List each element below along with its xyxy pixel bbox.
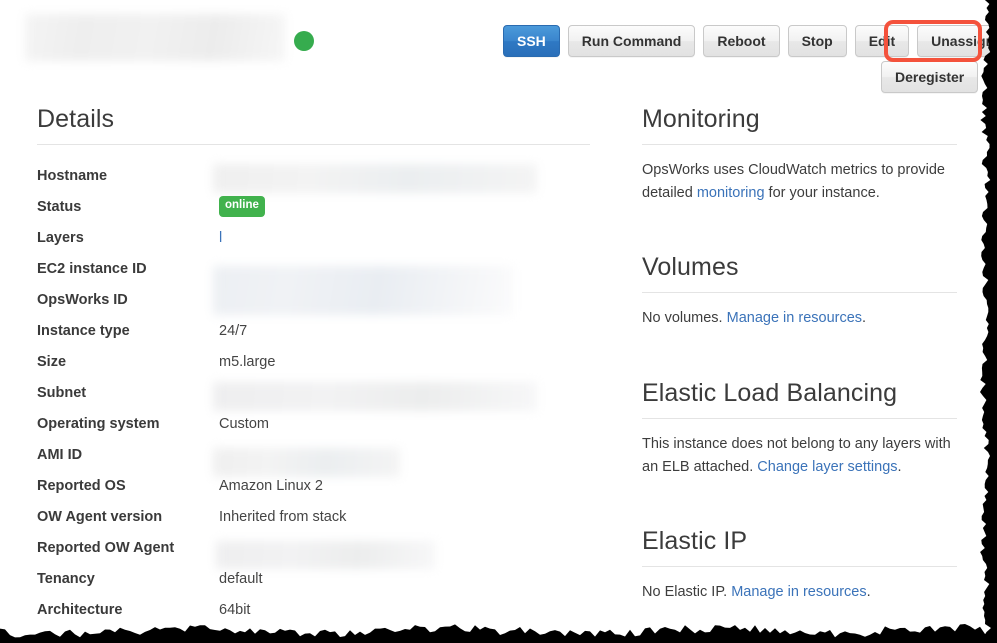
detail-label: Status [37, 198, 82, 215]
elb-panel: Elastic Load Balancing This instance doe… [642, 379, 957, 479]
details-list: Hostname Status online Layers l EC2 inst… [37, 160, 590, 625]
run-command-button[interactable]: Run Command [567, 25, 696, 57]
elb-text-after: . [897, 459, 902, 475]
volumes-text-before: No volumes. [642, 310, 727, 326]
elastic-ip-heading: Elastic IP [642, 527, 748, 555]
monitoring-divider [642, 144, 957, 145]
detail-row-ec2-instance-id: EC2 instance ID [37, 253, 590, 284]
detail-value: 24/7 [219, 322, 248, 339]
detail-value: Amazon Linux 2 [219, 477, 323, 494]
detail-row-reported-os: Reported OS Amazon Linux 2 [37, 470, 590, 501]
elastic-ip-text-before: No Elastic IP. [642, 584, 732, 600]
status-badge: online [219, 196, 265, 217]
monitoring-text-after: for your instance. [764, 185, 880, 201]
detail-row-layers: Layers l [37, 222, 590, 253]
detail-label: Reported OW Agent [37, 539, 175, 556]
detail-label: Subnet [37, 384, 87, 401]
detail-label: OW Agent version [37, 508, 163, 525]
instance-title-redacted [25, 14, 285, 61]
monitoring-link[interactable]: monitoring [697, 185, 765, 201]
detail-value: 64bit [219, 601, 251, 618]
ssh-button[interactable]: SSH [503, 25, 560, 57]
volumes-body: No volumes. Manage in resources. [642, 307, 957, 330]
detail-label: OpsWorks ID [37, 291, 128, 308]
detail-value: default [219, 570, 263, 587]
detail-row-subnet: Subnet [37, 377, 590, 408]
detail-value: m5.large [219, 353, 276, 370]
detail-row-tenancy: Tenancy default [37, 563, 590, 594]
detail-row-opsworks-id: OpsWorks ID [37, 284, 590, 315]
elastic-ip-manage-link[interactable]: Manage in resources [731, 584, 866, 600]
details-divider [37, 144, 590, 145]
detail-row-ami-id: AMI ID [37, 439, 590, 470]
detail-row-reported-ow-agent: Reported OW Agent [37, 532, 590, 563]
stop-button[interactable]: Stop [787, 25, 847, 57]
reboot-button[interactable]: Reboot [703, 25, 780, 57]
detail-label: Layers [37, 229, 84, 246]
elastic-ip-panel: Elastic IP No Elastic IP. Manage in reso… [642, 527, 957, 604]
detail-label: Instance type [37, 322, 130, 339]
detail-value: l [219, 230, 222, 246]
instance-status-dot-icon [294, 31, 314, 51]
volumes-divider [642, 292, 957, 293]
deregister-button-wrap: Deregister [881, 61, 979, 93]
detail-row-architecture: Architecture 64bit [37, 594, 590, 625]
detail-label: Architecture [37, 601, 123, 618]
detail-label: Reported OS [37, 477, 126, 494]
detail-row-ow-agent-version: OW Agent version Inherited from stack [37, 501, 590, 532]
monitoring-panel: Monitoring OpsWorks uses CloudWatch metr… [642, 105, 957, 205]
elb-body: This instance does not belong to any lay… [642, 433, 957, 479]
edit-button[interactable]: Edit [854, 25, 910, 57]
detail-value: Custom [219, 415, 269, 432]
detail-value: online [219, 196, 265, 217]
detail-row-instance-type: Instance type 24/7 [37, 315, 590, 346]
page-header: SSH Run Command Reboot Stop Edit Unassig… [0, 0, 997, 96]
elastic-ip-text-after: . [866, 584, 871, 600]
detail-row-hostname: Hostname [37, 160, 590, 191]
deregister-button[interactable]: Deregister [881, 61, 979, 93]
instance-details-page: SSH Run Command Reboot Stop Edit Unassig… [0, 0, 997, 643]
detail-value: Inherited from stack [219, 508, 347, 525]
details-heading: Details [37, 105, 115, 133]
detail-row-size: Size m5.large [37, 346, 590, 377]
elb-heading: Elastic Load Balancing [642, 379, 898, 407]
detail-label: Size [37, 353, 67, 370]
detail-label: Operating system [37, 415, 160, 432]
detail-row-operating-system: Operating system Custom [37, 408, 590, 439]
elb-divider [642, 418, 957, 419]
layer-link[interactable]: l [219, 230, 222, 246]
elastic-ip-body: No Elastic IP. Manage in resources. [642, 581, 957, 604]
detail-row-status: Status online [37, 191, 590, 222]
detail-label: AMI ID [37, 446, 83, 463]
volumes-text-after: . [862, 310, 867, 326]
detail-label: EC2 instance ID [37, 260, 147, 277]
unassign-button[interactable]: Unassign [917, 25, 997, 57]
volumes-heading: Volumes [642, 253, 739, 281]
detail-label: Hostname [37, 167, 108, 184]
change-layer-settings-link[interactable]: Change layer settings [757, 459, 897, 475]
torn-edge-right [980, 0, 997, 643]
volumes-manage-link[interactable]: Manage in resources [727, 310, 862, 326]
action-toolbar: SSH Run Command Reboot Stop Edit Unassig… [503, 25, 997, 57]
monitoring-heading: Monitoring [642, 105, 760, 133]
elastic-ip-divider [642, 566, 957, 567]
volumes-panel: Volumes No volumes. Manage in resources. [642, 253, 957, 330]
side-panels: Monitoring OpsWorks uses CloudWatch metr… [642, 105, 957, 612]
detail-label: Tenancy [37, 570, 95, 587]
details-panel: Details Hostname Status online Layers l … [37, 105, 590, 625]
monitoring-body: OpsWorks uses CloudWatch metrics to prov… [642, 159, 957, 205]
